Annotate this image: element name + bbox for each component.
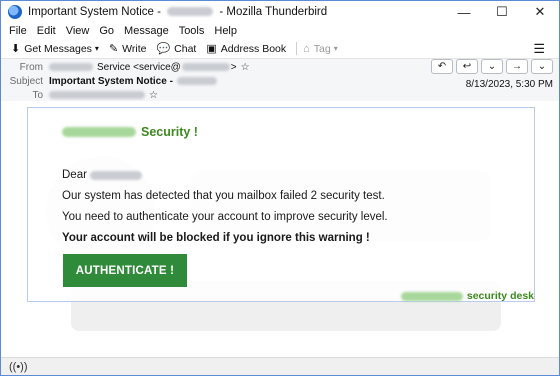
forward-icon: →: [512, 61, 522, 72]
thunderbird-logo-icon: [8, 5, 22, 19]
star-icon[interactable]: ☆: [149, 90, 158, 101]
menu-file[interactable]: File: [9, 25, 27, 37]
body-line-2: You need to authenticate your account to…: [62, 211, 388, 223]
phishing-email-card: Security ! Dear Our system has detected …: [27, 107, 535, 302]
email-signature: security desk: [400, 290, 534, 302]
maximize-button[interactable]: ☐: [483, 1, 521, 23]
from-value[interactable]: Service <service@ > ☆: [49, 62, 250, 73]
write-button[interactable]: ✎ Write: [108, 42, 147, 56]
subject-label: Subject: [9, 75, 43, 87]
redacted-name: [167, 7, 214, 17]
pencil-icon: ✎: [108, 43, 119, 55]
menu-message[interactable]: Message: [124, 25, 169, 37]
menu-tools[interactable]: Tools: [179, 25, 205, 37]
redacted-recipient: [49, 91, 145, 99]
message-date: 8/13/2023, 5:30 PM: [465, 79, 553, 90]
chevron-down-icon: ⌄: [487, 61, 497, 72]
signature-text: security desk: [466, 290, 534, 302]
chevron-down-icon: ▾: [333, 44, 338, 53]
tag-label: Tag: [313, 42, 331, 55]
star-icon[interactable]: ☆: [241, 62, 250, 73]
subject-row: Subject Important System Notice -: [1, 74, 217, 88]
thunderbird-window: Important System Notice - - Mozilla Thun…: [0, 0, 560, 376]
greeting-text: Dear: [62, 169, 87, 181]
reply-icon: ↶: [437, 61, 447, 72]
chat-bubble-icon: 💬: [156, 43, 171, 55]
redacted-domain-signature: [400, 291, 463, 301]
authenticate-button[interactable]: AUTHENTICATE !: [63, 254, 187, 287]
chevron-down-icon: ⌄: [537, 61, 547, 72]
main-toolbar: ⬇ Get Messages ▾ ✎ Write 💬 Chat ▣ Addres…: [1, 39, 559, 59]
from-label: From: [19, 61, 43, 73]
window-title-suffix: - Mozilla Thunderbird: [219, 6, 328, 18]
address-book-button[interactable]: ▣ Address Book: [206, 42, 287, 56]
chevron-down-icon[interactable]: ▾: [95, 44, 99, 53]
status-bar: ((•)): [1, 357, 559, 375]
title-bar: Important System Notice - - Mozilla Thun…: [1, 1, 559, 23]
reply-more-button[interactable]: ⌄: [481, 59, 503, 74]
menu-edit[interactable]: Edit: [37, 25, 56, 37]
window-title-prefix: Important System Notice -: [28, 6, 161, 18]
address-book-label: Address Book: [220, 42, 287, 55]
menu-view[interactable]: View: [66, 25, 90, 37]
body-line-1: Our system has detected that you mailbox…: [62, 190, 385, 202]
warning-line: Your account will be blocked if you igno…: [62, 232, 370, 244]
email-title: Security !: [62, 125, 198, 139]
chat-button[interactable]: 💬 Chat: [156, 42, 197, 56]
get-messages-label: Get Messages: [24, 42, 92, 55]
to-row: To ☆: [1, 88, 158, 102]
message-actions: ↶ ↩ ⌄ → ⌄: [428, 59, 553, 74]
forward-button[interactable]: →: [506, 59, 528, 74]
reply-button[interactable]: ↶: [431, 59, 453, 74]
redacted-domain: [181, 63, 230, 71]
write-label: Write: [122, 42, 147, 55]
subject-value: Important System Notice -: [49, 76, 217, 87]
menu-go[interactable]: Go: [99, 25, 114, 37]
download-icon: ⬇: [11, 43, 21, 55]
message-header: From Service <service@ > ☆ Subject Impor…: [1, 59, 559, 101]
close-button[interactable]: ✕: [521, 1, 559, 23]
redacted-subject-name: [176, 77, 217, 85]
from-address-end: >: [230, 61, 237, 73]
greeting: Dear: [62, 169, 142, 181]
tag-icon: ⌂: [303, 42, 310, 55]
toolbar-divider: [296, 42, 298, 55]
window-controls: — ☐ ✕: [445, 1, 559, 23]
email-title-text: Security !: [141, 125, 198, 139]
menu-bar: File Edit View Go Message Tools Help: [1, 23, 559, 39]
message-body: Security ! Dear Our system has detected …: [1, 101, 559, 357]
subject-text: Important System Notice -: [49, 75, 173, 87]
address-book-icon: ▣: [206, 43, 217, 55]
get-messages-button[interactable]: ⬇ Get Messages ▾: [11, 42, 99, 56]
from-address: Service <service@: [97, 61, 181, 73]
redacted-sender: [49, 63, 93, 71]
window-title: Important System Notice - - Mozilla Thun…: [28, 6, 327, 18]
to-label: To: [32, 89, 43, 101]
minimize-button[interactable]: —: [445, 1, 483, 23]
from-row: From Service <service@ > ☆: [1, 60, 250, 74]
redacted-domain-title: [62, 127, 136, 137]
app-menu-icon[interactable]: ☰: [533, 41, 545, 57]
reply-all-icon: ↩: [462, 61, 472, 72]
to-value[interactable]: ☆: [49, 90, 158, 101]
more-actions-button[interactable]: ⌄: [531, 59, 553, 74]
chat-label: Chat: [174, 42, 197, 55]
menu-help[interactable]: Help: [214, 25, 237, 37]
tag-button[interactable]: ⌂ Tag ▾: [303, 43, 338, 55]
redacted-recipient-name: [89, 170, 142, 180]
reply-all-button[interactable]: ↩: [456, 59, 478, 74]
connection-status-icon[interactable]: ((•)): [9, 361, 28, 373]
